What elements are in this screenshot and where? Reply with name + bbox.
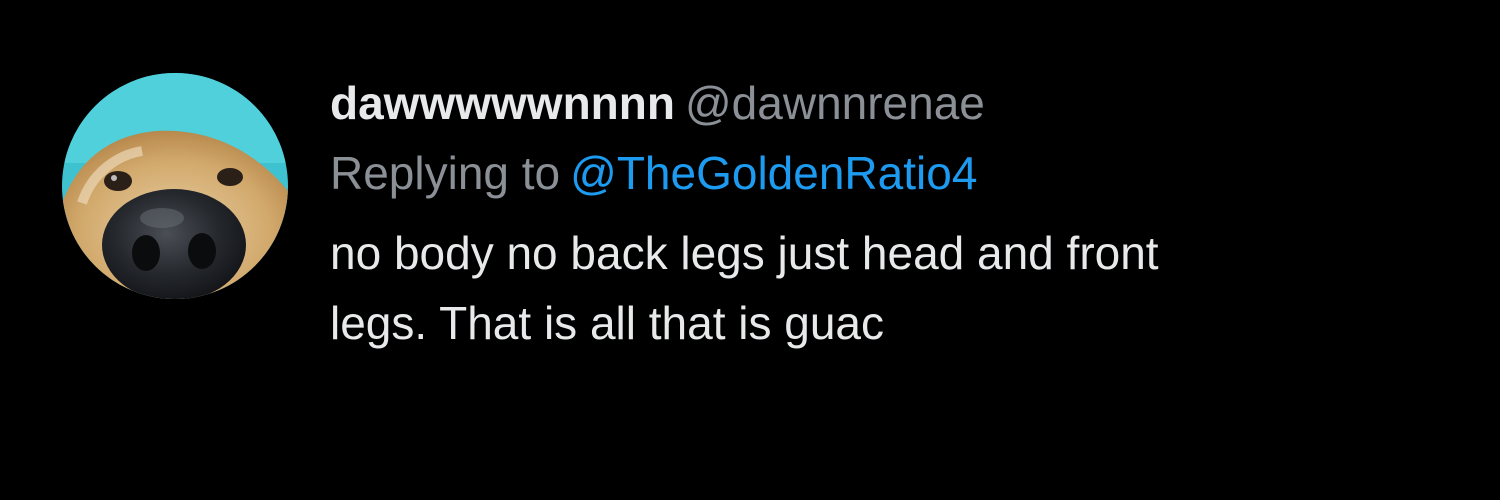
reply-mention-link[interactable]: @TheGoldenRatio4 (570, 147, 977, 199)
dog-nose-avatar-icon (62, 73, 288, 299)
reply-tweet[interactable]: dawwwwwnnnn @dawnnrenae Replying to @TheGo… (0, 0, 1500, 500)
tweet-content: dawwwwwnnnn @dawnnrenae Replying to @TheGo… (330, 74, 1480, 358)
replying-to-line: Replying to @TheGoldenRatio4 (330, 144, 1480, 202)
display-name[interactable]: dawwwwwnnnn (330, 77, 675, 129)
tweet-header: dawwwwwnnnn @dawnnrenae (330, 74, 1480, 132)
replying-to-label: Replying to (330, 147, 561, 199)
tweet-text: no body no back legs just head and front… (330, 218, 1470, 358)
tweet-text-line: no body no back legs just head and front (330, 227, 1159, 279)
avatar[interactable] (62, 73, 288, 299)
user-handle[interactable]: @dawnnrenae (685, 77, 985, 129)
tweet-text-line: legs. That is all that is guac (330, 297, 884, 349)
